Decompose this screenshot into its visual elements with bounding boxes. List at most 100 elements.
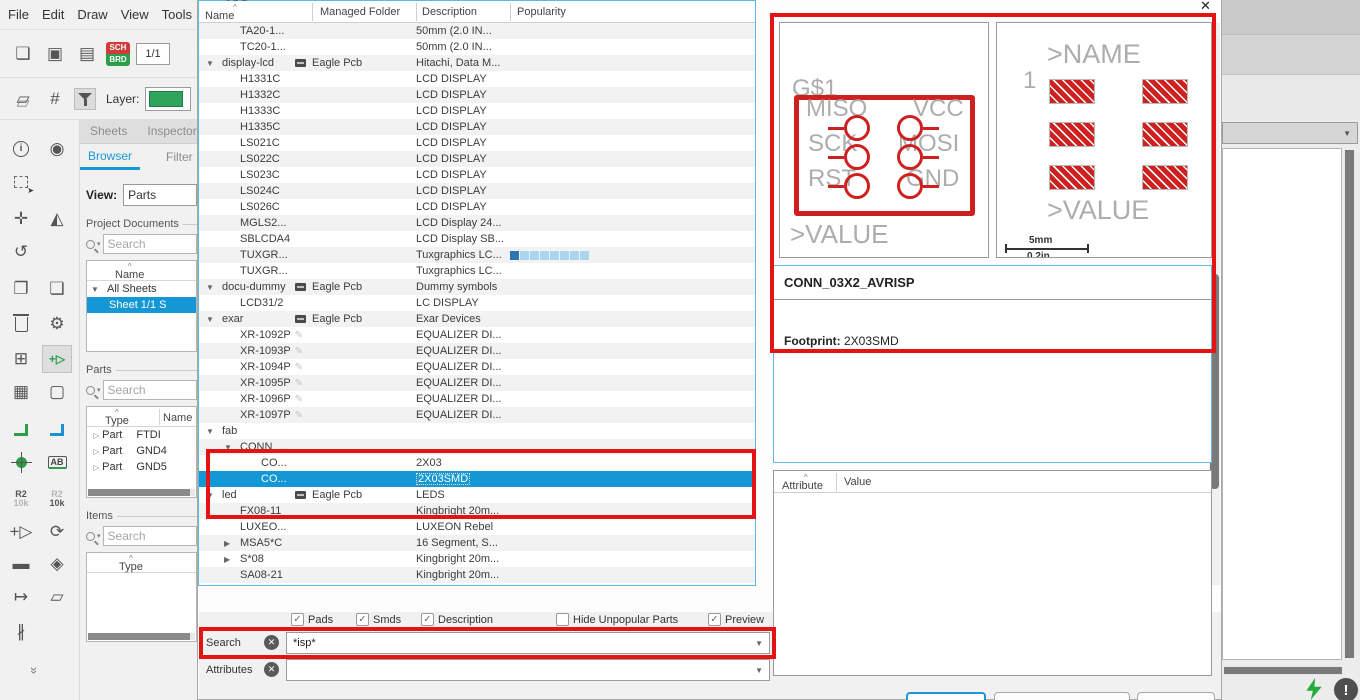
tree-row[interactable]: LS023C LCD DISPLAY — [199, 167, 755, 183]
tree-row[interactable]: XR-1097P ✎ EQUALIZER DI... — [199, 407, 755, 423]
miter-icon[interactable]: ∦ — [6, 618, 36, 646]
tree-row[interactable]: H1332C LCD DISPLAY — [199, 87, 755, 103]
parts-row[interactable]: ▷ Part GND5 — [87, 459, 196, 475]
checkbox-icon[interactable]: ✓ — [708, 613, 721, 626]
tree-row[interactable]: ▼ led Eagle Pcb LEDS — [199, 487, 755, 503]
tree-row[interactable]: CO... 2X03SMD — [199, 471, 755, 487]
tree-row[interactable]: LUXEO... LUXEON Rebel — [199, 519, 755, 535]
polygon-icon[interactable]: ▱ — [42, 583, 72, 611]
package-icon[interactable]: ▬ — [6, 550, 36, 578]
menu-tools[interactable]: Tools — [162, 7, 192, 22]
paste-icon[interactable]: ❏ — [42, 275, 72, 303]
add-gate-icon[interactable]: +▷ — [42, 345, 72, 373]
items-header-type[interactable]: Type — [119, 562, 143, 573]
checkbox-icon[interactable]: ✓ — [291, 613, 304, 626]
col-name[interactable]: Name — [205, 11, 234, 22]
tree-row[interactable]: XR-1096P ✎ EQUALIZER DI... — [199, 391, 755, 407]
invoke-icon[interactable]: ↦ — [6, 583, 36, 611]
project-list-header[interactable]: Name — [115, 270, 144, 281]
smash-icon[interactable]: ▦ — [6, 378, 36, 406]
items-hscrollbar[interactable] — [88, 633, 195, 640]
col-popularity[interactable]: Popularity — [517, 6, 566, 18]
checkbox-icon[interactable]: ✓ — [421, 613, 434, 626]
tree-row[interactable]: LS021C LCD DISPLAY — [199, 135, 755, 151]
tree-row[interactable]: TA20-1... 50mm (2.0 IN... — [199, 23, 755, 39]
tree-row[interactable]: TC20-1... 50mm (2.0 IN... — [199, 39, 755, 55]
bus-icon[interactable] — [42, 416, 72, 444]
move-icon[interactable]: ✛ — [6, 205, 36, 233]
grid-icon[interactable]: # — [42, 86, 68, 112]
tree-row[interactable]: CO... 2X03 — [199, 455, 755, 471]
col-description[interactable]: Description — [422, 6, 477, 18]
group-select-icon[interactable] — [6, 168, 36, 196]
dock-hscrollbar[interactable] — [1224, 666, 1342, 675]
filter-hide-unpopular-parts[interactable]: Hide Unpopular Parts — [556, 613, 678, 626]
filter-preview[interactable]: ✓ Preview — [708, 613, 764, 626]
tree-row[interactable]: SBLCDA4 LCD Display SB... — [199, 231, 755, 247]
tree-row[interactable]: XR-1094P ✎ EQUALIZER DI... — [199, 359, 755, 375]
tree-row[interactable]: LS026C LCD DISPLAY — [199, 199, 755, 215]
parts-header-name[interactable]: Name — [163, 412, 192, 424]
rotate-icon[interactable]: ↺ — [6, 238, 36, 266]
clear-search-icon[interactable]: ✕ — [264, 635, 279, 650]
filter-pads[interactable]: ✓ Pads — [291, 613, 333, 626]
menu-draw[interactable]: Draw — [77, 7, 107, 22]
library-manager-button[interactable] — [994, 692, 1130, 700]
name-icon[interactable]: R2 10k — [6, 485, 36, 513]
expander-icon[interactable]: ▼ — [224, 443, 240, 452]
tree-row[interactable]: H1335C LCD DISPLAY — [199, 119, 755, 135]
checkbox-icon[interactable] — [556, 613, 569, 626]
filter-funnel-icon[interactable] — [74, 87, 96, 110]
expander-icon[interactable]: ▼ — [206, 59, 222, 68]
close-icon[interactable]: ✕ — [1200, 0, 1211, 14]
parts-header-type[interactable]: Type — [105, 416, 129, 427]
tree-row[interactable]: SA08-21 Kingbright 20m... — [199, 567, 755, 583]
items-search[interactable]: ▾ Search — [86, 526, 197, 546]
search-input[interactable]: *isp* ▼ — [286, 632, 770, 654]
tree-row[interactable]: H1331C LCD DISPLAY — [199, 71, 755, 87]
value-col-header[interactable]: Value — [844, 476, 871, 488]
attribute-tag-icon[interactable]: ◈ — [42, 550, 72, 578]
tree-row[interactable]: XR-1095P ✎ EQUALIZER DI... — [199, 375, 755, 391]
tab-browser[interactable]: Browser — [80, 145, 141, 170]
tree-row[interactable]: LS024C LCD DISPLAY — [199, 183, 755, 199]
expander-icon[interactable]: ▶ — [224, 555, 240, 564]
tree-row[interactable]: TUXGR... Tuxgraphics LC... — [199, 263, 755, 279]
dock-vscrollbar[interactable] — [1344, 150, 1355, 658]
tree-row[interactable]: MGLS2... LCD Display 24... — [199, 215, 755, 231]
net-icon[interactable] — [6, 416, 36, 444]
expander-icon[interactable]: ▼ — [206, 283, 222, 292]
clear-attributes-icon[interactable]: ✕ — [264, 662, 279, 677]
ok-button[interactable] — [906, 692, 986, 700]
add-gate2-icon[interactable]: +▷ — [6, 518, 36, 546]
save-icon[interactable]: ▣ — [42, 41, 68, 67]
dock-dropdown[interactable]: ▼ — [1222, 122, 1358, 144]
tree-row[interactable]: TUXGR... Tuxgraphics LC... — [199, 247, 755, 263]
collapse-toolbar-icon[interactable]: » — [20, 655, 50, 683]
col-managed-folder[interactable]: Managed Folder — [320, 6, 400, 18]
menu-edit[interactable]: Edit — [42, 7, 64, 22]
tree-row[interactable]: LS022C LCD DISPLAY — [199, 151, 755, 167]
layer-select[interactable] — [145, 86, 192, 111]
print-icon[interactable]: ▤ — [74, 41, 100, 67]
filter-description[interactable]: ✓ Description — [421, 613, 493, 626]
layers-icon[interactable]: ▱ — [10, 86, 36, 112]
tree-row[interactable]: ▼ display-lcd Eagle Pcb Hitachi, Data M... — [199, 55, 755, 71]
tree-row[interactable]: FX08-11 Kingbright 20m... — [199, 503, 755, 519]
tab-sheets[interactable]: Sheets — [80, 120, 137, 143]
add-part-icon[interactable]: ⊞ — [6, 345, 36, 373]
new-document-icon[interactable]: ❏ — [10, 41, 36, 67]
tree-row[interactable]: ▼ docu-dummy Eagle Pcb Dummy symbols — [199, 279, 755, 295]
filter-smds[interactable]: ✓ Smds — [356, 613, 401, 626]
tree-row[interactable]: ▼ CONN_... — [199, 439, 755, 455]
tab-inspector[interactable]: Inspector — [137, 120, 197, 143]
project-documents-search[interactable]: ▾ Search — [86, 234, 197, 254]
info-icon[interactable]: i — [6, 135, 36, 163]
expander-icon[interactable]: ▼ — [206, 491, 222, 500]
view-select[interactable]: Parts — [123, 184, 197, 206]
parts-search[interactable]: ▾ Search — [86, 380, 197, 400]
menu-file[interactable]: File — [8, 7, 29, 22]
menu-view[interactable]: View — [121, 7, 149, 22]
tree-row[interactable]: ▶ MSA5*C 16 Segment, S... — [199, 535, 755, 551]
expander-icon[interactable]: ▼ — [206, 427, 222, 436]
